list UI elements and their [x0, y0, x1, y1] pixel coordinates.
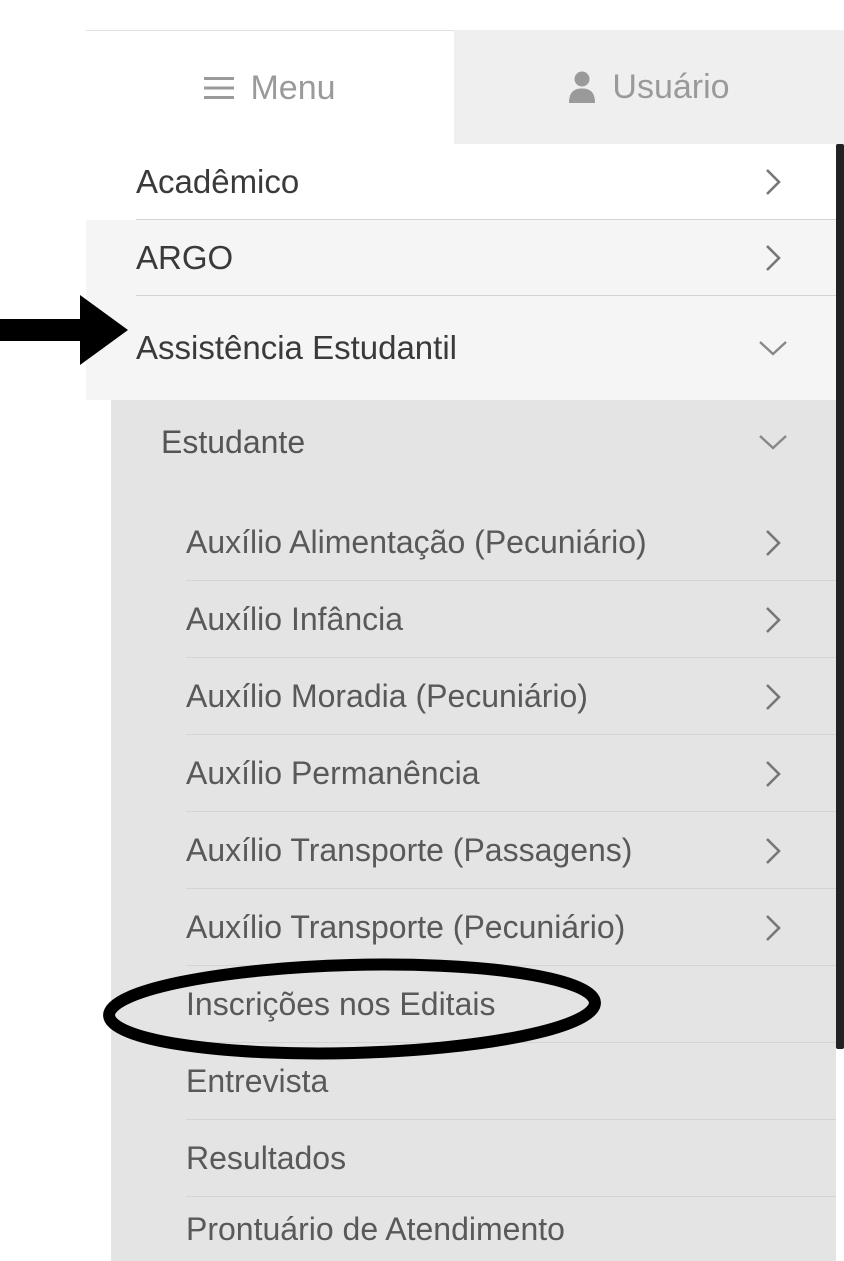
- annotation-circle: [103, 958, 601, 1060]
- menu-item-label: ARGO: [136, 239, 234, 276]
- hamburger-icon: [204, 76, 235, 100]
- submenu-item-label: Auxílio Moradia (Pecuniário): [186, 678, 588, 714]
- submenu-item-prontuario-de-atendimento[interactable]: Prontuário de Atendimento: [186, 1197, 836, 1261]
- menu-item-argo[interactable]: ARGO: [86, 220, 836, 296]
- menu-scrollbar[interactable]: [836, 144, 844, 1049]
- chevron-right-icon: [758, 528, 788, 558]
- menu-item-assistencia-estudantil[interactable]: Assistência Estudantil: [86, 296, 836, 400]
- tab-user-label: Usuário: [612, 67, 730, 106]
- chevron-right-icon: [758, 167, 788, 197]
- submenu-item-auxilio-infancia[interactable]: Auxílio Infância: [186, 581, 836, 658]
- menu-item-academico[interactable]: Acadêmico: [86, 144, 836, 220]
- submenu-item-auxilio-permanencia[interactable]: Auxílio Permanência: [186, 735, 836, 812]
- tab-user[interactable]: Usuário: [454, 30, 844, 145]
- tab-menu[interactable]: Menu: [86, 30, 455, 145]
- menu-item-label: Estudante: [161, 423, 306, 460]
- chevron-right-icon: [758, 913, 788, 943]
- menu-item-label: Acadêmico: [136, 163, 300, 200]
- annotation-arrow: [0, 295, 128, 365]
- menu-item-label: Assistência Estudantil: [136, 329, 457, 366]
- submenu-item-auxilio-alimentacao[interactable]: Auxílio Alimentação (Pecuniário): [186, 504, 836, 581]
- chevron-right-icon: [758, 836, 788, 866]
- chevron-right-icon: [758, 243, 788, 273]
- user-icon: [568, 71, 596, 103]
- submenu-item-label: Auxílio Transporte (Passagens): [186, 832, 633, 868]
- submenu-item-label: Resultados: [186, 1140, 347, 1176]
- menu-item-estudante[interactable]: Estudante: [111, 400, 836, 484]
- submenu-item-resultados[interactable]: Resultados: [186, 1120, 836, 1197]
- chevron-down-icon: [758, 427, 788, 457]
- submenu-item-auxilio-moradia[interactable]: Auxílio Moradia (Pecuniário): [186, 658, 836, 735]
- submenu-item-auxilio-transporte-passagens[interactable]: Auxílio Transporte (Passagens): [186, 812, 836, 889]
- submenu-item-label: Auxílio Infância: [186, 601, 404, 637]
- chevron-right-icon: [758, 682, 788, 712]
- side-menu-panel: Menu Usuário Acadêmico ARGO Assistência …: [86, 30, 844, 1261]
- submenu-item-label: Entrevista: [186, 1063, 329, 1099]
- submenu-item-label: Auxílio Permanência: [186, 755, 480, 791]
- chevron-right-icon: [758, 605, 788, 635]
- submenu-item-label: Prontuário de Atendimento: [186, 1210, 565, 1247]
- menu-tabs: Menu Usuário: [86, 30, 844, 145]
- chevron-right-icon: [758, 759, 788, 789]
- submenu-item-label: Auxílio Alimentação (Pecuniário): [186, 524, 647, 560]
- submenu-item-label: Auxílio Transporte (Pecuniário): [186, 909, 626, 945]
- chevron-down-icon: [758, 333, 788, 363]
- tab-menu-label: Menu: [250, 68, 336, 107]
